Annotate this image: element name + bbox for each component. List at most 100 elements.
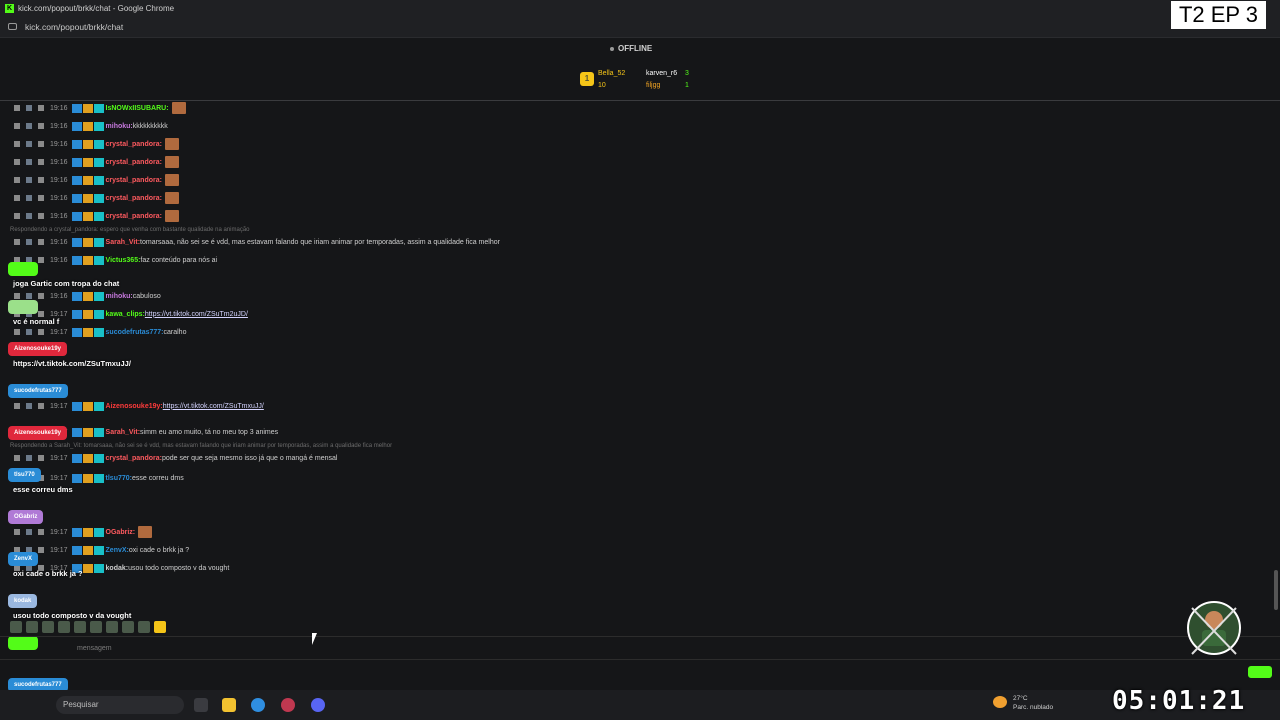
pin-icon[interactable] [14, 177, 20, 183]
message-username[interactable]: crystal_pandora: [106, 159, 162, 166]
pin-icon[interactable] [14, 213, 20, 219]
timeout-icon[interactable] [26, 293, 32, 299]
pin-icon[interactable] [14, 529, 20, 535]
timeout-icon[interactable] [26, 403, 32, 409]
message-username[interactable]: crystal_pandora: [106, 141, 162, 148]
pin-icon[interactable] [14, 195, 20, 201]
leaderboard-value: 3 [685, 70, 689, 77]
pin-icon[interactable] [14, 105, 20, 111]
timeout-icon[interactable] [26, 105, 32, 111]
shield-icon[interactable] [38, 159, 44, 165]
message-username[interactable]: kodak: [106, 565, 129, 572]
badge-icon [82, 193, 93, 203]
file-explorer-icon[interactable] [222, 698, 236, 712]
chat-message[interactable]: 19:16 crystal_pandora: [14, 210, 179, 222]
app-icon[interactable] [281, 698, 295, 712]
pin-icon[interactable] [14, 123, 20, 129]
chat-message[interactable]: 19:16 crystal_pandora: [14, 192, 179, 204]
shield-icon[interactable] [38, 213, 44, 219]
leaderboard-name[interactable]: Bella_52 [598, 70, 625, 77]
chrome-icon[interactable] [251, 698, 265, 712]
message-username[interactable]: IsNOWxIISUBARU: [106, 105, 169, 112]
message-username[interactable]: mihoku: [106, 293, 133, 300]
chat-message[interactable]: 19:16 crystal_pandora: [14, 138, 179, 150]
shield-icon[interactable] [38, 105, 44, 111]
timeout-icon[interactable] [26, 159, 32, 165]
badge-icon [93, 453, 104, 463]
timeout-icon[interactable] [26, 529, 32, 535]
message-username[interactable]: crystal_pandora: [106, 455, 162, 462]
message-username[interactable]: Sarah_Vit: [106, 429, 141, 436]
timeout-icon[interactable] [26, 213, 32, 219]
shield-icon[interactable] [38, 329, 44, 335]
pin-icon[interactable] [14, 455, 20, 461]
badge-icon [82, 255, 93, 265]
emote-row[interactable] [10, 621, 166, 633]
shield-icon[interactable] [38, 403, 44, 409]
timeout-icon[interactable] [26, 329, 32, 335]
shield-icon[interactable] [38, 293, 44, 299]
message-username[interactable]: tlsu770: [106, 475, 132, 482]
message-username[interactable]: ZenvX: [106, 547, 129, 554]
message-username[interactable]: Aizenosouke19y: [106, 403, 163, 410]
address-bar[interactable]: kick.com/popout/brkk/chat [0, 16, 1280, 38]
shield-icon[interactable] [38, 257, 44, 263]
mouse-cursor-icon [312, 633, 317, 645]
chat-list[interactable]: 19:16 IsNOWxIISUBARU: 19:16 mihoku: kkkkkkk… [0, 102, 1280, 662]
timeout-icon[interactable] [26, 141, 32, 147]
message-username[interactable]: kawa_clips: [106, 311, 145, 318]
chat-message[interactable]: 19:16 crystal_pandora: [14, 174, 179, 186]
site-info-icon[interactable] [8, 23, 17, 30]
timeout-icon[interactable] [26, 455, 32, 461]
chat-message[interactable]: 19:17 ZenvX: oxi cade o brkk ja ? [14, 544, 189, 556]
pin-icon[interactable] [14, 329, 20, 335]
chat-input[interactable]: mensagem [77, 645, 112, 652]
message-username[interactable]: Sarah_Vit: [106, 239, 141, 246]
pin-icon[interactable] [14, 293, 20, 299]
message-username[interactable]: mihoku: [106, 123, 133, 130]
message-username[interactable]: crystal_pandora: [106, 195, 162, 202]
message-link[interactable]: https://vt.tiktok.com/ZSuTm2uJD/ [145, 311, 248, 318]
shield-icon[interactable] [38, 195, 44, 201]
message-username[interactable]: crystal_pandora: [106, 213, 162, 220]
timeout-icon[interactable] [26, 195, 32, 201]
timeout-icon[interactable] [26, 177, 32, 183]
shield-icon[interactable] [38, 529, 44, 535]
overlay-username: tlsu770 [8, 468, 41, 482]
shield-icon[interactable] [38, 123, 44, 129]
chat-message[interactable]: 19:17 sucodefrutas777: caralho [14, 326, 186, 338]
pin-icon[interactable] [14, 403, 20, 409]
chat-message[interactable]: 19:16 IsNOWxIISUBARU: [14, 102, 186, 114]
shield-icon[interactable] [38, 455, 44, 461]
shield-icon[interactable] [38, 141, 44, 147]
shield-icon[interactable] [38, 177, 44, 183]
chat-message[interactable]: 19:16 Victus365: faz conteúdo para nós ai [14, 254, 217, 266]
pin-icon[interactable] [14, 159, 20, 165]
badge-icon [71, 453, 82, 463]
discord-icon[interactable] [311, 698, 325, 712]
message-username[interactable]: Victus365: [106, 257, 141, 264]
message-username[interactable]: OGabriz: [106, 529, 136, 536]
taskbar-search[interactable]: Pesquisar [56, 696, 184, 714]
message-link[interactable]: https://vt.tiktok.com/ZSuTmxuJJ/ [163, 403, 264, 410]
timeout-icon[interactable] [26, 123, 32, 129]
timeout-icon[interactable] [26, 239, 32, 245]
leaderboard-name[interactable]: filjgg [646, 82, 660, 89]
url-text[interactable]: kick.com/popout/brkk/chat [25, 22, 123, 32]
chat-message[interactable]: 19:16 mihoku: kkkkkkkkkk [14, 120, 168, 132]
message-username[interactable]: sucodefrutas777: [106, 329, 164, 336]
pin-icon[interactable] [14, 141, 20, 147]
chat-message[interactable]: 19:17 crystal_pandora: pode ser que seja … [14, 452, 337, 464]
chat-message[interactable]: 19:16 crystal_pandora: [14, 156, 179, 168]
shield-icon[interactable] [38, 547, 44, 553]
chat-message[interactable]: 19:17 OGabriz: [14, 526, 153, 538]
pin-icon[interactable] [14, 239, 20, 245]
chat-input-area[interactable]: mensagem [0, 636, 1280, 660]
leaderboard-name[interactable]: karven_r6 [646, 70, 677, 77]
chat-message[interactable]: 19:16 Sarah_Vit: tomarsaaa, não sei se é … [14, 236, 500, 248]
message-username[interactable]: crystal_pandora: [106, 177, 162, 184]
message-time: 19:16 [50, 256, 68, 264]
shield-icon[interactable] [38, 239, 44, 245]
task-view-icon[interactable] [194, 698, 208, 712]
chat-message[interactable]: 19:17 Aizenosouke19y: https://vt.tiktok.c… [14, 400, 264, 412]
